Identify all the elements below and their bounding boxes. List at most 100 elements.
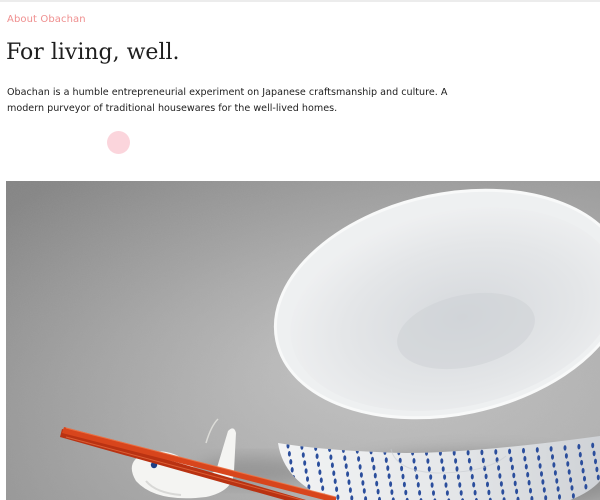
bowl-pattern-dot xyxy=(537,455,541,461)
bowl-pattern-dot xyxy=(487,489,491,496)
bowl-pattern-dot xyxy=(563,445,567,451)
bowl-pattern-dot xyxy=(329,454,333,461)
bowl-pattern-dot xyxy=(522,447,525,454)
bowl-pattern-dot xyxy=(384,457,388,463)
bowl-pattern-dot xyxy=(389,481,393,487)
decorative-pink-dot xyxy=(107,131,130,154)
bowl-pattern-dot xyxy=(578,451,582,458)
bowl-pattern-dot xyxy=(362,488,366,494)
bowl-pattern-dot xyxy=(443,474,447,480)
bowl-pattern-dot xyxy=(566,461,570,467)
bowl-pattern-dot xyxy=(486,481,489,488)
bowl-pattern-dot xyxy=(318,469,322,476)
bowl-pattern-dot xyxy=(594,458,597,465)
bowl-pattern-dot xyxy=(538,463,542,469)
bowl-pattern-dot xyxy=(473,489,477,496)
bowl-pattern-dot xyxy=(472,481,476,488)
bowl-pattern-dot xyxy=(415,474,419,480)
bowl-pattern-dot xyxy=(376,488,380,495)
bowl-pattern-dot xyxy=(387,473,391,479)
bowl-pattern-dot xyxy=(333,478,337,485)
bowl-pattern-dot xyxy=(570,485,574,491)
bowl-pattern-dot xyxy=(430,482,434,488)
bowl-pattern-dot xyxy=(497,465,501,471)
bowl-pattern-dot xyxy=(595,466,599,473)
bowl-pattern-dot xyxy=(375,480,379,487)
bowl-pattern-dot xyxy=(552,462,556,468)
bowl-pattern-dot xyxy=(418,490,422,496)
bowl-pattern-dot xyxy=(335,486,339,493)
bowl-pattern-dot xyxy=(432,490,435,496)
bowl-pattern-dot xyxy=(484,473,488,480)
bowl-pattern-dot xyxy=(596,474,600,481)
bowl-pattern-dot xyxy=(290,467,294,473)
bowl-pattern-dot xyxy=(481,457,485,464)
bowl-pattern-dot xyxy=(501,489,505,495)
intro-paragraph: Obachan is a humble entrepreneurial expe… xyxy=(7,87,448,114)
bowl-pattern-dot xyxy=(571,493,575,499)
bowl-pattern-dot xyxy=(553,470,557,476)
bowl-pattern-dot xyxy=(444,482,448,488)
bowl-pattern-dot xyxy=(549,446,553,452)
bowl-pattern-dot xyxy=(330,462,334,469)
bowl-pattern-dot xyxy=(526,471,530,478)
bowl-pattern-dot xyxy=(459,490,463,496)
bowl-pattern-dot xyxy=(321,485,325,492)
bowl-pattern-dot xyxy=(581,467,585,474)
bowl-pattern-dot xyxy=(592,450,596,457)
about-page: About Obachan For living, well. Obachan … xyxy=(0,0,600,500)
bowl-pattern-dot xyxy=(336,494,340,500)
bowl-pattern-dot xyxy=(584,483,588,490)
bowl-pattern-dot xyxy=(372,464,376,471)
bowl-pattern-dot xyxy=(303,460,307,466)
bowl-pattern-dot xyxy=(529,487,532,494)
bowl-pattern-dot xyxy=(332,470,336,477)
bowl-pattern-dot xyxy=(390,489,394,495)
bowl-pattern-dot xyxy=(373,472,377,479)
bowl-pattern-dot xyxy=(524,463,528,470)
bowl-pattern-dot xyxy=(357,456,361,462)
page-headline: For living, well. xyxy=(6,40,180,65)
bowl-pattern-dot xyxy=(445,490,449,496)
bowl-pattern-dot xyxy=(542,487,546,493)
bowl-pattern-dot xyxy=(512,472,516,479)
bowl-pattern-dot xyxy=(523,455,527,462)
bowl-pattern-dot xyxy=(402,481,406,488)
bowl-pattern-dot xyxy=(427,466,431,472)
bowl-pattern-dot xyxy=(319,477,323,484)
bowl-pattern-dot xyxy=(535,447,539,453)
bowl-pattern-dot xyxy=(400,465,404,472)
bowl-pattern-dot xyxy=(551,454,554,460)
bowl-pattern-dot xyxy=(287,451,291,457)
bowl-pattern-dot xyxy=(455,466,459,472)
bowl-pattern-dot xyxy=(558,494,561,500)
bowl-pattern-dot xyxy=(440,458,444,464)
bowl-pattern-dot xyxy=(441,466,445,472)
bowl-pattern-dot xyxy=(499,481,503,487)
bowl-pattern-dot xyxy=(569,477,573,483)
bowl-pattern-dot xyxy=(577,443,581,450)
bowl-pattern-dot xyxy=(371,456,374,463)
hero-image xyxy=(6,181,600,500)
bowl-pattern-dot xyxy=(466,449,470,456)
bowl-pattern-dot xyxy=(416,482,420,488)
bowl-pattern-dot xyxy=(404,489,408,496)
bowl-pattern-dot xyxy=(348,487,352,493)
bowl-pattern-dot xyxy=(458,482,462,488)
bowl-pattern-dot xyxy=(347,479,351,485)
bowl-pattern-dot xyxy=(510,464,514,471)
bowl-pattern-dot xyxy=(346,471,350,477)
bowl-pattern-dot xyxy=(401,473,405,480)
bowl-pattern-dot xyxy=(540,471,543,477)
bowl-pattern-dot xyxy=(301,452,305,458)
bowl-pattern-dot xyxy=(494,449,498,455)
bowl-pattern-dot xyxy=(515,488,519,495)
bowl-pattern-dot xyxy=(498,473,502,479)
bowl-pattern-dot xyxy=(467,457,471,464)
bowl-pattern-dot xyxy=(359,472,363,478)
bowl-pattern-dot xyxy=(454,458,458,464)
bowl-pattern-dot xyxy=(580,459,584,466)
bowl-pattern-dot xyxy=(306,476,309,482)
bowl-pattern-dot xyxy=(509,456,513,463)
bowl-pattern-dot xyxy=(527,479,531,486)
